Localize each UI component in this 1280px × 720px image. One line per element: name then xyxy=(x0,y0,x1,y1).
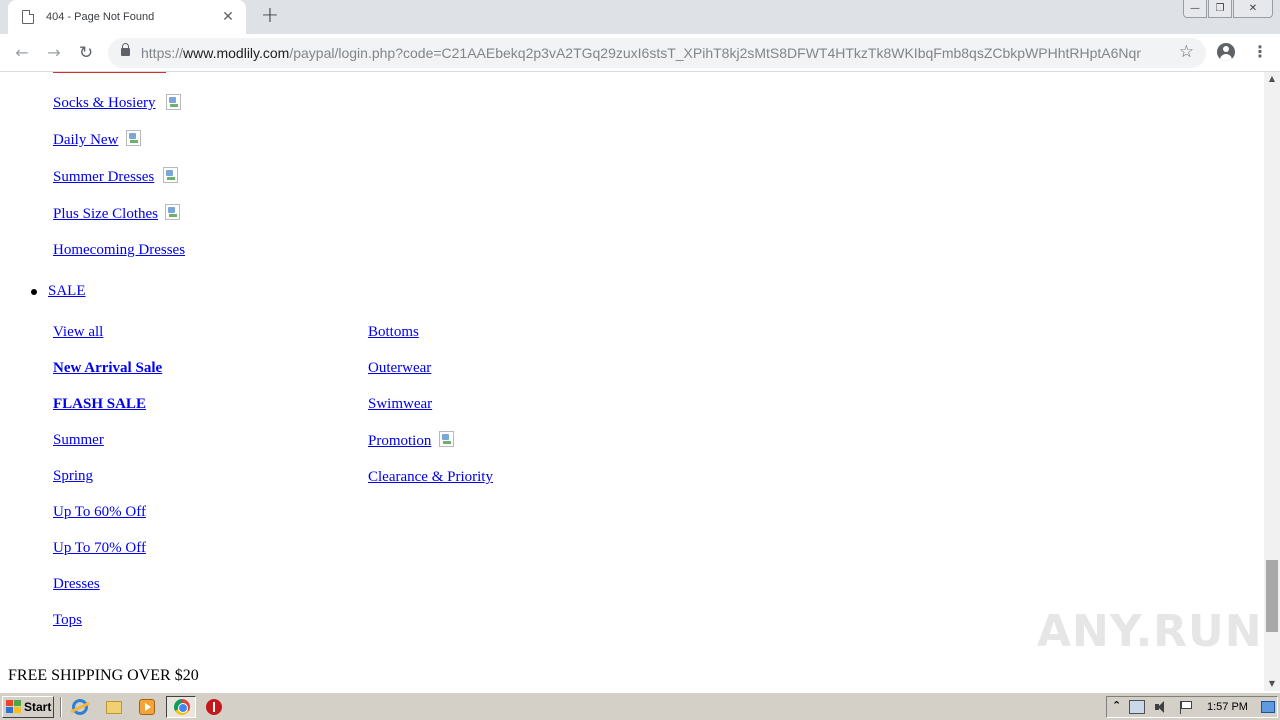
address-bar[interactable]: https://www.modlily.com/paypal/login.php… xyxy=(108,38,1206,68)
url-host: www.modlily.com xyxy=(183,45,290,61)
sale-link-dresses[interactable]: Dresses xyxy=(53,575,100,593)
anyrun-watermark-logo: ANY.RUN xyxy=(1037,606,1263,657)
active-menu-underline xyxy=(53,72,166,73)
free-shipping-banner: FREE SHIPPING OVER $20 xyxy=(8,667,199,684)
start-button[interactable]: Start xyxy=(2,696,54,718)
sale-link-spring[interactable]: Spring xyxy=(53,467,93,485)
sale-link-swimwear[interactable]: Swimwear xyxy=(368,395,432,413)
sale-link-clearance-priority[interactable]: Clearance & Priority xyxy=(368,468,493,486)
url-text[interactable]: https://www.modlily.com/paypal/login.php… xyxy=(141,45,1141,61)
profile-avatar-icon[interactable] xyxy=(1217,43,1235,61)
sale-link-flash-sale[interactable]: FLASH SALE xyxy=(53,395,146,413)
tab-strip: 404 - Page Not Found ✕ + — ❐ ✕ xyxy=(0,0,1280,34)
taskbar-separator xyxy=(60,697,62,717)
back-button[interactable]: ← xyxy=(12,43,32,63)
menu-link-homecoming-dresses[interactable]: Homecoming Dresses xyxy=(53,241,185,259)
page-scrollbar[interactable]: ▲ ▼ xyxy=(1264,72,1280,691)
sale-link-promotion[interactable]: Promotion xyxy=(368,432,431,450)
media-player-icon[interactable] xyxy=(139,699,155,715)
tray-expand-icon[interactable]: ⌃ xyxy=(1112,699,1121,712)
network-icon[interactable] xyxy=(1129,700,1145,714)
scrollbar-thumb[interactable] xyxy=(1266,560,1278,632)
show-desktop-icon[interactable] xyxy=(1261,701,1275,713)
scroll-down-arrow-icon[interactable]: ▼ xyxy=(1264,677,1280,691)
menu-link-socks-hosiery[interactable]: Socks & Hosiery xyxy=(53,94,156,112)
bookmark-star-icon[interactable]: ☆ xyxy=(1179,42,1194,62)
taskbar-chrome-button[interactable] xyxy=(166,696,196,718)
sale-link-up-to-70-off[interactable]: Up To 70% Off xyxy=(53,539,146,557)
minimize-icon: — xyxy=(1190,2,1200,14)
volume-icon[interactable] xyxy=(1153,700,1169,714)
sale-link-outerwear[interactable]: Outerwear xyxy=(368,359,431,377)
scroll-up-arrow-icon[interactable]: ▲ xyxy=(1264,72,1280,86)
page-viewport: Socks & Hosiery Daily New Summer Dresses… xyxy=(0,72,1264,691)
system-tray: ⌃ 1:57 PM xyxy=(1106,696,1278,718)
windows-logo-icon xyxy=(6,700,21,714)
close-icon: ✕ xyxy=(1248,2,1258,14)
sale-link-view-all[interactable]: View all xyxy=(53,323,103,341)
forward-button[interactable]: → xyxy=(44,43,64,63)
close-window-button[interactable]: ✕ xyxy=(1233,0,1273,18)
tab-title: 404 - Page Not Found xyxy=(46,11,155,23)
tab-404[interactable]: 404 - Page Not Found ✕ xyxy=(8,0,246,34)
maximize-button[interactable]: ❐ xyxy=(1208,0,1232,18)
menu-link-plus-size-clothes[interactable]: Plus Size Clothes xyxy=(53,205,158,223)
url-scheme: https:// xyxy=(141,45,184,61)
broken-image-icon xyxy=(163,167,178,183)
sale-link-tops[interactable]: Tops xyxy=(53,611,82,629)
lock-icon[interactable] xyxy=(121,43,130,56)
sale-link-bottoms[interactable]: Bottoms xyxy=(368,323,419,341)
sale-link-new-arrival-sale[interactable]: New Arrival Sale xyxy=(53,359,162,377)
url-path: /paypal/login.php?code=C21AAEbekq2p3vA2T… xyxy=(289,45,1141,61)
browser-menu-icon[interactable]: ⋮ xyxy=(1252,42,1268,62)
menu-link-daily-new[interactable]: Daily New xyxy=(53,131,118,149)
sale-link-summer[interactable]: Summer xyxy=(53,431,104,449)
minimize-button[interactable]: — xyxy=(1183,0,1207,18)
tab-close-icon[interactable]: ✕ xyxy=(220,9,236,25)
broken-image-icon xyxy=(439,431,454,447)
broken-image-icon xyxy=(166,94,181,110)
menu-link-sale[interactable]: SALE xyxy=(48,282,86,300)
action-center-flag-icon[interactable] xyxy=(1177,700,1193,714)
browser-toolbar: ← → ↻ https://www.modlily.com/paypal/log… xyxy=(0,34,1280,72)
taskbar: Start ⌃ 1:57 PM xyxy=(0,692,1280,720)
reload-button[interactable]: ↻ xyxy=(76,43,96,63)
menu-link-summer-dresses[interactable]: Summer Dresses xyxy=(53,168,154,186)
maximize-icon: ❐ xyxy=(1215,2,1225,14)
list-bullet xyxy=(31,289,37,295)
file-explorer-icon[interactable] xyxy=(106,701,122,714)
broken-image-icon xyxy=(165,204,180,220)
alert-stop-icon[interactable] xyxy=(206,699,222,715)
clock[interactable]: 1:57 PM xyxy=(1207,701,1248,713)
page-icon xyxy=(22,10,34,24)
page-content: Socks & Hosiery Daily New Summer Dresses… xyxy=(0,72,1264,691)
broken-image-icon xyxy=(126,130,141,146)
new-tab-button[interactable]: + xyxy=(258,5,282,28)
internet-explorer-icon[interactable] xyxy=(72,699,88,715)
sale-link-up-to-60-off[interactable]: Up To 60% Off xyxy=(53,503,146,521)
chrome-icon xyxy=(174,699,190,715)
start-label: Start xyxy=(24,700,52,714)
